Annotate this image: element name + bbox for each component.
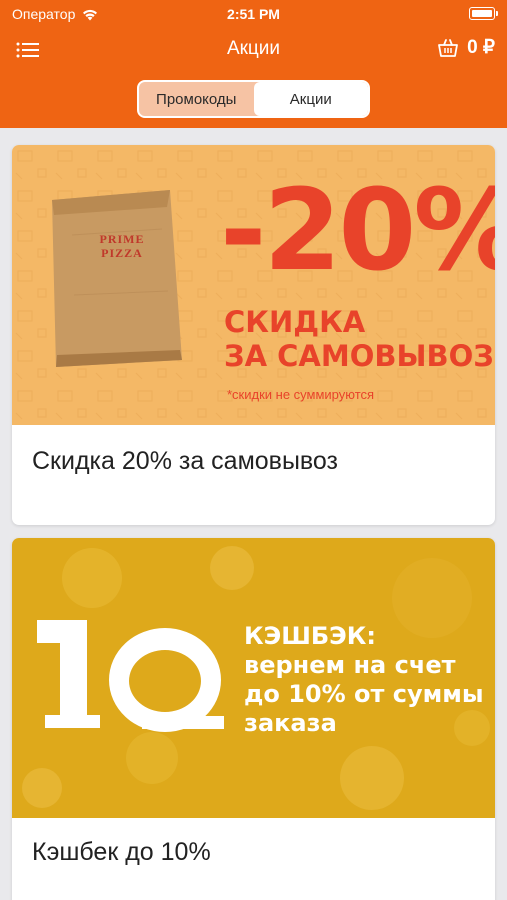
promotion-card[interactable]: КЭШБЭК: вернем на счет до 10% от суммы з…	[12, 538, 495, 900]
promotion-banner: PRIME PIZZA -20% СКИДКА ЗА САМОВЫВОЗ *ски…	[12, 145, 495, 425]
cashback-text: КЭШБЭК: вернем на счет до 10% от суммы з…	[244, 622, 484, 738]
discount-note: *скидки не суммируются	[227, 387, 375, 402]
cashback-line: вернем на счет	[244, 651, 456, 679]
cashback-line: заказа	[244, 709, 337, 737]
cashback-number-graphic	[37, 620, 224, 732]
cart-total: 0 ₽	[467, 37, 495, 58]
promotion-banner: КЭШБЭК: вернем на счет до 10% от суммы з…	[12, 538, 495, 818]
segmented-control: Промокоды Акции	[137, 80, 370, 118]
navigation-bar: Акции 0 ₽	[0, 30, 507, 70]
page-title: Акции	[226, 38, 281, 59]
discount-headline: -20%	[220, 166, 495, 296]
segment-promocodes[interactable]: Промокоды	[139, 82, 254, 116]
discount-text: СКИДКА ЗА САМОВЫВОЗ	[224, 305, 494, 373]
discount-line: СКИДКА	[224, 305, 366, 339]
discount-line: ЗА САМОВЫВОЗ	[224, 339, 494, 373]
promotion-card[interactable]: PRIME PIZZA -20% СКИДКА ЗА САМОВЫВОЗ *ски…	[12, 145, 495, 525]
app-header: Оператор 2:51 PM Акции 0 ₽ Промокоды Акц…	[0, 0, 507, 128]
status-time: 2:51 PM	[227, 6, 280, 22]
cashback-line: до 10% от суммы	[244, 680, 484, 708]
promotion-title: Скидка 20% за самовывоз	[32, 447, 339, 475]
segment-promotions[interactable]: Акции	[253, 82, 368, 116]
promotion-title: Кэшбек до 10%	[32, 838, 211, 866]
battery-icon	[469, 7, 498, 20]
basket-icon	[438, 38, 458, 57]
cashback-line: КЭШБЭК:	[244, 622, 376, 650]
paper-bag-image	[52, 190, 182, 367]
status-bar: Оператор 2:51 PM	[0, 0, 507, 30]
bag-logo-text: PRIME PIZZA	[99, 232, 145, 260]
cart-button[interactable]: 0 ₽	[437, 36, 495, 59]
